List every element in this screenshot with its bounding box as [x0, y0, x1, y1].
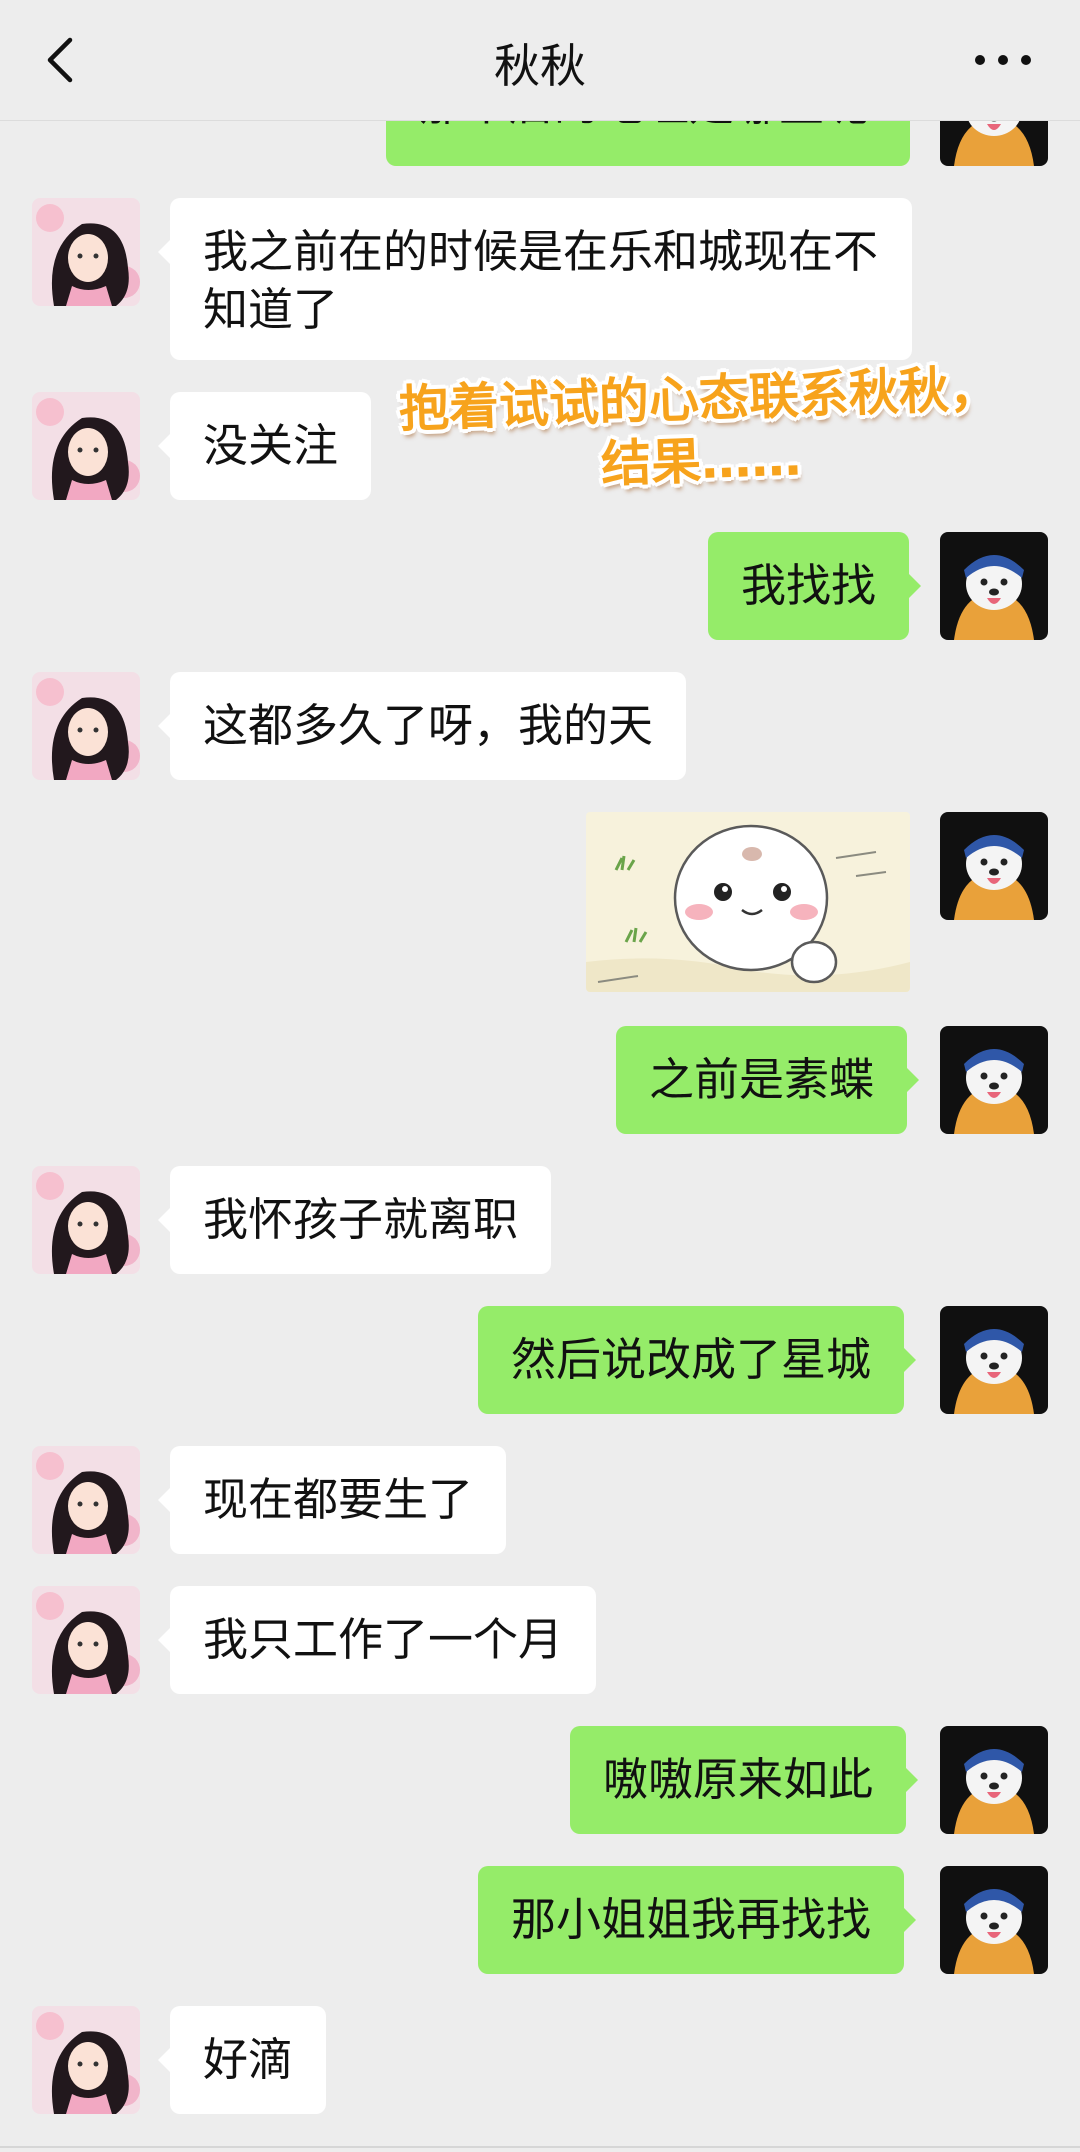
avatar-contact[interactable]: [32, 392, 140, 500]
message-incoming[interactable]: 这都多久了呀，我的天: [157, 672, 687, 780]
avatar-self[interactable]: [940, 1026, 1048, 1134]
avatar-contact[interactable]: [32, 2006, 140, 2114]
message-text: 那小姐姐我再找找: [511, 1893, 872, 1946]
message-outgoing[interactable]: 那小姐姐我再找找: [478, 1866, 917, 1974]
message-outgoing[interactable]: 之前是素蝶: [616, 1026, 920, 1134]
avatar-self[interactable]: [940, 1306, 1048, 1414]
message-outgoing[interactable]: 我找找: [708, 532, 922, 640]
message-incoming[interactable]: 没关注: [157, 392, 372, 500]
message-text: 我之前在的时候是在乐和城现在不知道了: [203, 225, 879, 336]
chat-header: 秋秋: [0, 0, 1080, 121]
avatar-contact[interactable]: [32, 198, 140, 306]
message-incoming[interactable]: 我只工作了一个月: [157, 1586, 597, 1694]
message-outgoing[interactable]: 嗷嗷原来如此: [570, 1726, 919, 1834]
more-button[interactable]: [968, 40, 1038, 80]
message-incoming[interactable]: 我怀孩子就离职: [157, 1166, 552, 1274]
message-text: 之前是素蝶: [649, 1053, 875, 1106]
input-bar-divider: [0, 2146, 1080, 2148]
message-incoming[interactable]: 现在都要生了: [157, 1446, 507, 1554]
message-text: 然后说改成了星城: [511, 1333, 872, 1386]
chat-area[interactable]: 那个店的地址是哪里呢 我之前在的时候是在乐和城现在不知道了 没关注 抱着试试的心…: [0, 0, 1080, 2152]
message-text: 这都多久了呀，我的天: [203, 699, 654, 752]
avatar-contact[interactable]: [32, 1586, 140, 1694]
avatar-contact[interactable]: [32, 1166, 140, 1274]
message-outgoing[interactable]: 然后说改成了星城: [478, 1306, 917, 1414]
overlay-caption: 抱着试试的心态联系秋秋， 结果……: [378, 357, 1022, 503]
message-text: 现在都要生了: [203, 1473, 474, 1526]
message-text: 我找找: [741, 559, 877, 612]
message-text: 好滴: [203, 2033, 294, 2086]
message-incoming[interactable]: 我之前在的时候是在乐和城现在不知道了: [158, 198, 912, 360]
avatar-contact[interactable]: [32, 672, 140, 780]
avatar-self[interactable]: [940, 812, 1048, 920]
avatar-contact[interactable]: [32, 1446, 140, 1554]
message-text: 没关注: [203, 419, 339, 472]
avatar-self[interactable]: [940, 1726, 1048, 1834]
more-dots-icon: [975, 55, 1031, 65]
message-text: 我只工作了一个月: [203, 1613, 564, 1666]
avatar-self[interactable]: [940, 1866, 1048, 1974]
message-text: 嗷嗷原来如此: [603, 1753, 874, 1806]
sticker-image[interactable]: [586, 812, 910, 992]
message-text: 我怀孩子就离职: [203, 1193, 519, 1246]
chat-title: 秋秋: [494, 39, 586, 93]
avatar-self[interactable]: [940, 532, 1048, 640]
message-incoming[interactable]: 好滴: [157, 2006, 327, 2114]
